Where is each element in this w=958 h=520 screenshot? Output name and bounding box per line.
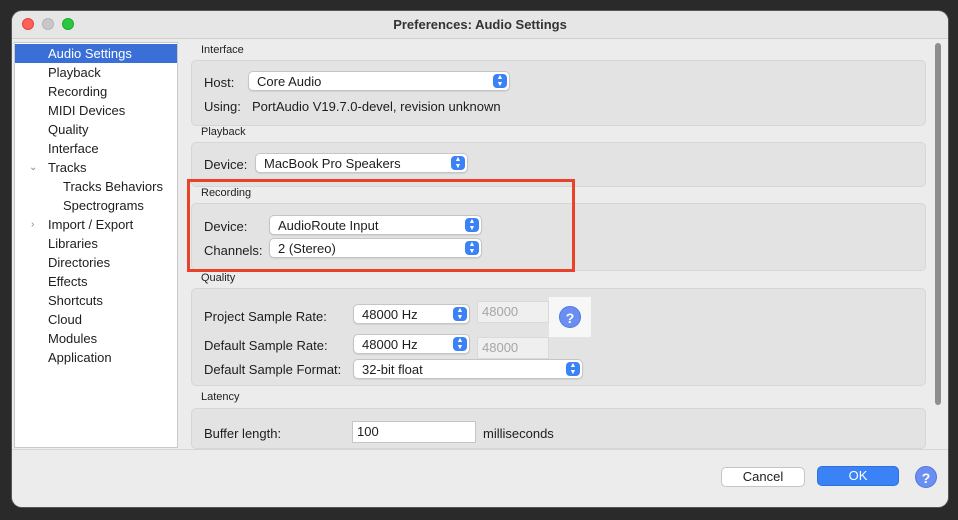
format-value: 32-bit float bbox=[362, 362, 423, 377]
sidebar-item-label: Shortcuts bbox=[48, 293, 103, 308]
interface-group bbox=[191, 60, 926, 126]
help-button-wrapper: ? bbox=[549, 297, 591, 337]
sidebar-item-spectrograms[interactable]: Spectrograms bbox=[15, 196, 177, 215]
sidebar-item-cloud[interactable]: Cloud bbox=[15, 310, 177, 329]
sidebar-item-label: Playback bbox=[48, 65, 101, 80]
settings-scrollbar[interactable] bbox=[932, 41, 944, 449]
format-label: Default Sample Format: bbox=[204, 362, 342, 377]
sidebar-item-label: Audio Settings bbox=[48, 46, 132, 61]
chevron-up-down-icon: ▲ ▼ bbox=[451, 156, 465, 170]
preferences-sidebar: Audio Settings Playback Recording MIDI D… bbox=[14, 42, 178, 448]
playback-device-select[interactable]: MacBook Pro Speakers ▲ ▼ bbox=[255, 153, 468, 173]
buffer-length-input[interactable]: 100 bbox=[352, 421, 476, 443]
sidebar-item-directories[interactable]: Directories bbox=[15, 253, 177, 272]
latency-group bbox=[191, 408, 926, 449]
sidebar-item-tracks[interactable]: ⌄ Tracks bbox=[15, 158, 177, 177]
project-rate-label: Project Sample Rate: bbox=[204, 309, 327, 324]
host-select[interactable]: Core Audio ▲ ▼ bbox=[248, 71, 510, 91]
buffer-unit-label: milliseconds bbox=[483, 426, 554, 441]
project-rate-field[interactable]: 48000 bbox=[477, 301, 549, 323]
default-rate-value: 48000 Hz bbox=[362, 337, 418, 352]
recording-highlight-box bbox=[187, 179, 575, 272]
sidebar-item-label: Tracks bbox=[48, 160, 87, 175]
settings-panel: Interface Host: Core Audio ▲ ▼ Using: Por… bbox=[181, 39, 933, 449]
sidebar-item-application[interactable]: Application bbox=[15, 348, 177, 367]
window-title: Preferences: Audio Settings bbox=[393, 17, 567, 32]
sidebar-item-label: Libraries bbox=[48, 236, 98, 251]
sidebar-item-audio-settings[interactable]: Audio Settings bbox=[15, 44, 177, 63]
project-rate-select[interactable]: 48000 Hz ▲ ▼ bbox=[353, 304, 470, 324]
chevron-up-down-icon: ▲ ▼ bbox=[566, 362, 580, 376]
sidebar-item-midi-devices[interactable]: MIDI Devices bbox=[15, 101, 177, 120]
dialog-button-bar: Cancel OK ? bbox=[12, 449, 948, 507]
buffer-length-label: Buffer length: bbox=[204, 426, 282, 441]
preferences-window: Preferences: Audio Settings Audio Settin… bbox=[12, 11, 948, 507]
sidebar-item-label: Interface bbox=[48, 141, 99, 156]
default-rate-label: Default Sample Rate: bbox=[204, 338, 328, 353]
sidebar-item-label: Modules bbox=[48, 331, 98, 346]
sidebar-item-label: Spectrograms bbox=[63, 198, 144, 213]
ok-button[interactable]: OK bbox=[817, 466, 899, 486]
playback-section-title: Playback bbox=[201, 126, 246, 138]
sidebar-item-shortcuts[interactable]: Shortcuts bbox=[15, 291, 177, 310]
chevron-down-icon[interactable]: ⌄ bbox=[29, 158, 37, 177]
sidebar-item-import-export[interactable]: › Import / Export bbox=[15, 215, 177, 234]
sidebar-item-libraries[interactable]: Libraries bbox=[15, 234, 177, 253]
format-select[interactable]: 32-bit float ▲ ▼ bbox=[353, 359, 583, 379]
chevron-right-icon[interactable]: › bbox=[31, 215, 34, 234]
sidebar-item-label: Effects bbox=[48, 274, 88, 289]
sidebar-item-label: Quality bbox=[48, 122, 89, 137]
default-rate-field[interactable]: 48000 bbox=[477, 337, 549, 359]
interface-section-title: Interface bbox=[201, 44, 244, 56]
scrollbar-thumb[interactable] bbox=[935, 43, 941, 405]
sidebar-item-quality[interactable]: Quality bbox=[15, 120, 177, 139]
sidebar-item-label: MIDI Devices bbox=[48, 103, 126, 118]
sidebar-item-label: Import / Export bbox=[48, 217, 134, 232]
chevron-up-down-icon: ▲ ▼ bbox=[493, 74, 507, 88]
sidebar-item-playback[interactable]: Playback bbox=[15, 63, 177, 82]
host-label: Host: bbox=[204, 75, 235, 90]
sidebar-item-tracks-behaviors[interactable]: Tracks Behaviors bbox=[15, 177, 177, 196]
chevron-up-down-icon: ▲ ▼ bbox=[453, 337, 467, 351]
project-rate-value: 48000 Hz bbox=[362, 307, 418, 322]
latency-section-title: Latency bbox=[201, 391, 240, 403]
sidebar-item-recording[interactable]: Recording bbox=[15, 82, 177, 101]
using-value: PortAudio V19.7.0-devel, revision unknow… bbox=[252, 99, 501, 114]
title-bar: Preferences: Audio Settings bbox=[12, 11, 948, 39]
sidebar-item-modules[interactable]: Modules bbox=[15, 329, 177, 348]
using-label: Using: bbox=[204, 99, 241, 114]
host-select-value: Core Audio bbox=[257, 74, 322, 89]
sidebar-item-interface[interactable]: Interface bbox=[15, 139, 177, 158]
sidebar-item-label: Cloud bbox=[48, 312, 82, 327]
sidebar-item-label: Application bbox=[48, 350, 112, 365]
sidebar-item-effects[interactable]: Effects bbox=[15, 272, 177, 291]
playback-device-label: Device: bbox=[204, 157, 248, 172]
quality-help-button[interactable]: ? bbox=[559, 306, 581, 328]
help-button[interactable]: ? bbox=[915, 466, 937, 488]
sidebar-item-label: Tracks Behaviors bbox=[63, 179, 163, 194]
playback-device-value: MacBook Pro Speakers bbox=[264, 156, 401, 171]
sidebar-item-label: Recording bbox=[48, 84, 108, 99]
cancel-button[interactable]: Cancel bbox=[721, 467, 805, 487]
chevron-up-down-icon: ▲ ▼ bbox=[453, 307, 467, 321]
quality-section-title: Quality bbox=[201, 272, 236, 284]
default-rate-select[interactable]: 48000 Hz ▲ ▼ bbox=[353, 334, 470, 354]
sidebar-item-label: Directories bbox=[48, 255, 111, 270]
